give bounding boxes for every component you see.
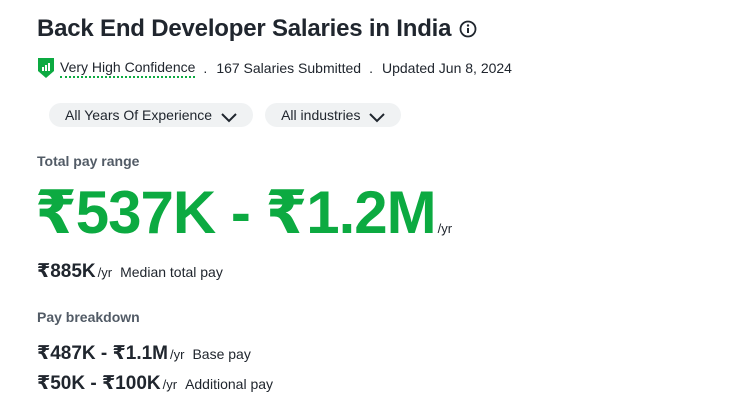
industries-filter-label: All industries <box>281 107 361 123</box>
total-pay-label: Total pay range <box>37 153 140 169</box>
median-pay-row: ₹885K /yr Median total pay <box>37 260 223 283</box>
median-pay-value: ₹885K <box>37 261 96 282</box>
pay-breakdown-label: Pay breakdown <box>37 309 140 325</box>
additional-pay-value: ₹50K - ₹100K <box>37 373 161 394</box>
additional-pay-unit: /yr <box>162 377 178 392</box>
separator-dot: . <box>203 60 208 76</box>
separator-dot: . <box>369 60 373 76</box>
additional-pay-row: ₹50K - ₹100K /yr Additional pay <box>37 372 273 395</box>
base-pay-value: ₹487K - ₹1.1M <box>37 343 168 364</box>
chevron-down-icon <box>221 110 237 123</box>
page-title: Back End Developer Salaries in India <box>37 15 452 42</box>
base-pay-unit: /yr <box>170 347 185 362</box>
experience-filter-label: All Years Of Experience <box>65 107 213 123</box>
median-pay-label: Median total pay <box>120 264 223 280</box>
total-pay-unit: /yr <box>437 221 453 236</box>
experience-filter-button[interactable]: All Years Of Experience <box>49 103 254 127</box>
base-pay-label: Base pay <box>192 346 251 362</box>
title-row: Back End Developer Salaries in India <box>37 15 477 43</box>
updated-date: Updated Jun 8, 2024 <box>381 60 512 76</box>
chevron-down-icon <box>369 110 386 123</box>
industries-filter-button[interactable]: All industries <box>265 103 402 127</box>
total-pay-range-value: ₹537K - ₹1.2M <box>35 179 437 246</box>
additional-pay-label: Additional pay <box>185 376 274 392</box>
total-pay-range: ₹537K - ₹1.2M /yr <box>35 178 452 248</box>
shield-icon <box>37 57 55 79</box>
salaries-submitted: 167 Salaries Submitted <box>216 60 362 76</box>
base-pay-row: ₹487K - ₹1.1M /yr Base pay <box>37 342 251 365</box>
filter-bar: All Years Of Experience All industries <box>49 103 402 127</box>
info-icon[interactable] <box>459 20 477 38</box>
median-pay-unit: /yr <box>97 265 113 280</box>
confidence-link[interactable]: Very High Confidence <box>60 59 196 78</box>
meta-row: Very High Confidence . 167 Salaries Subm… <box>37 57 512 79</box>
